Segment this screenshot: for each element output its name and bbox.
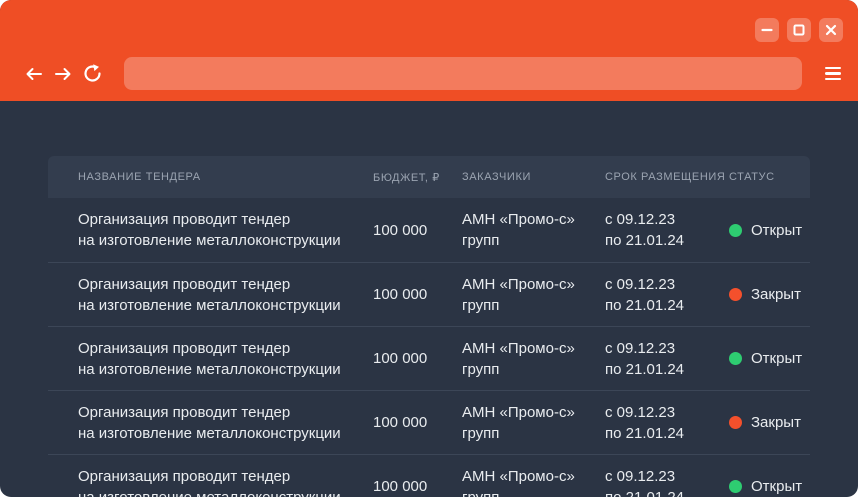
status-dot-icon [729, 352, 742, 365]
status-dot-icon [729, 224, 742, 237]
minus-icon [761, 24, 773, 36]
status-dot-icon [729, 416, 742, 429]
tenders-table: Название тендера Бюджет, ₽ Заказчики Сро… [48, 156, 810, 497]
status-dot-icon [729, 288, 742, 301]
status-cell: Закрыт [729, 412, 810, 433]
minimize-button[interactable] [755, 18, 779, 42]
period-cell: с 09.12.23 по 21.01.24 [605, 338, 729, 380]
budget-cell: 100 000 [373, 284, 462, 305]
page-content: Название тендера Бюджет, ₽ Заказчики Сро… [0, 101, 858, 497]
status-cell: Открыт [729, 476, 810, 497]
close-button[interactable] [819, 18, 843, 42]
customer-cell: АМН «Промо-с» групп [462, 209, 605, 251]
customer-cell: АМН «Промо-с» групп [462, 338, 605, 380]
status-label: Закрыт [751, 412, 801, 433]
column-header-status: Статус [729, 171, 810, 183]
period-cell: с 09.12.23 по 21.01.24 [605, 209, 729, 251]
status-cell: Закрыт [729, 284, 810, 305]
browser-window: Название тендера Бюджет, ₽ Заказчики Сро… [0, 0, 858, 497]
browser-chrome [0, 0, 858, 101]
budget-cell: 100 000 [373, 348, 462, 369]
status-dot-icon [729, 480, 742, 493]
tender-name-cell: Организация проводит тендер на изготовле… [78, 274, 373, 316]
period-cell: с 09.12.23 по 21.01.24 [605, 402, 729, 444]
tender-name-cell: Организация проводит тендер на изготовле… [78, 402, 373, 444]
tender-name-cell: Организация проводит тендер на изготовле… [78, 209, 373, 251]
column-header-budget: Бюджет, ₽ [373, 171, 462, 184]
reload-button[interactable] [82, 64, 103, 84]
status-cell: Открыт [729, 220, 810, 241]
maximize-button[interactable] [787, 18, 811, 42]
status-label: Открыт [751, 220, 802, 241]
customer-cell: АМН «Промо-с» групп [462, 466, 605, 497]
table-row[interactable]: Организация проводит тендер на изготовле… [48, 390, 810, 454]
budget-cell: 100 000 [373, 476, 462, 497]
table-header: Название тендера Бюджет, ₽ Заказчики Сро… [48, 156, 810, 198]
status-cell: Открыт [729, 348, 810, 369]
arrow-right-icon [54, 67, 72, 81]
tender-name-cell: Организация проводит тендер на изготовле… [78, 466, 373, 497]
table-row[interactable]: Организация проводит тендер на изготовле… [48, 454, 810, 497]
square-icon [793, 24, 805, 36]
x-icon [825, 24, 837, 36]
hamburger-icon [825, 67, 841, 70]
status-label: Открыт [751, 476, 802, 497]
budget-cell: 100 000 [373, 220, 462, 241]
customer-cell: АМН «Промо-с» групп [462, 402, 605, 444]
column-header-customers: Заказчики [462, 171, 605, 183]
column-header-period: Срок размещения [605, 171, 729, 183]
arrow-left-icon [25, 67, 43, 81]
table-row[interactable]: Организация проводит тендер на изготовле… [48, 326, 810, 390]
table-row[interactable]: Организация проводит тендер на изготовле… [48, 198, 810, 262]
forward-button[interactable] [54, 64, 72, 84]
table-row[interactable]: Организация проводит тендер на изготовле… [48, 262, 810, 326]
period-cell: с 09.12.23 по 21.01.24 [605, 466, 729, 497]
budget-cell: 100 000 [373, 412, 462, 433]
period-cell: с 09.12.23 по 21.01.24 [605, 274, 729, 316]
status-label: Закрыт [751, 284, 801, 305]
titlebar[interactable] [15, 18, 843, 42]
tender-name-cell: Организация проводит тендер на изготовле… [78, 338, 373, 380]
circular-arrow-icon [82, 63, 103, 84]
menu-button[interactable] [825, 67, 841, 81]
status-label: Открыт [751, 348, 802, 369]
table-body: Организация проводит тендер на изготовле… [48, 198, 810, 497]
browser-toolbar [15, 57, 843, 90]
column-header-tender-name: Название тендера [78, 171, 373, 183]
customer-cell: АМН «Промо-с» групп [462, 274, 605, 316]
address-bar-input[interactable] [124, 57, 802, 90]
back-button[interactable] [25, 64, 43, 84]
